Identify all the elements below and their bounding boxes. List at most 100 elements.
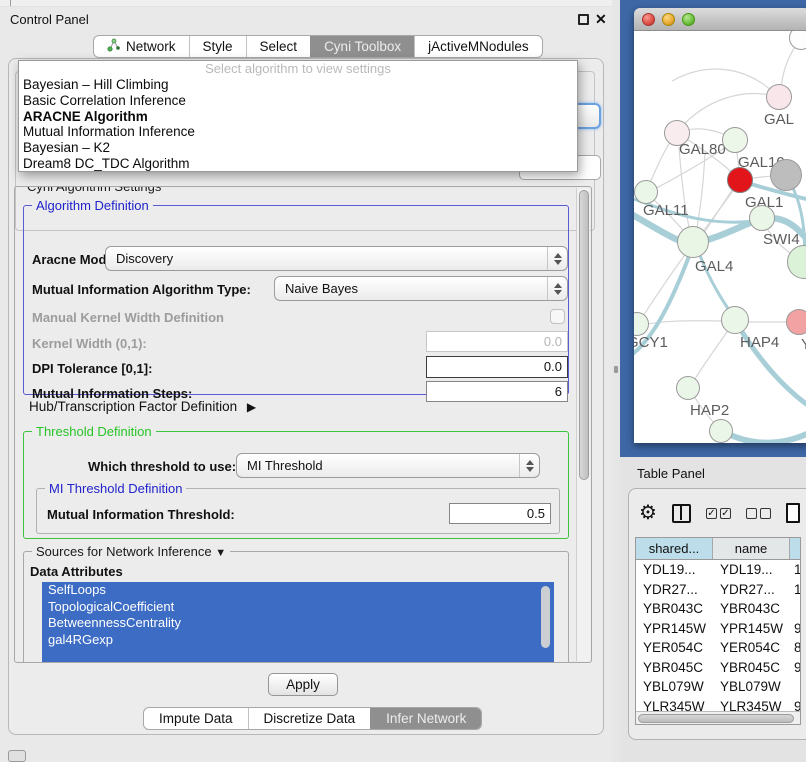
- apply-button[interactable]: Apply: [268, 673, 338, 696]
- aracne-mode-value: Discovery: [116, 251, 173, 266]
- algorithm-option-aracne-algorithm[interactable]: ARACNE Algorithm: [19, 109, 577, 125]
- hub-definition-label: Hub/Transcription Factor Definition: [29, 399, 237, 414]
- node-label-gal: GAL: [764, 111, 794, 128]
- mi-steps-field[interactable]: 6: [426, 381, 568, 402]
- tab-label: Style: [203, 39, 233, 54]
- mi-type-combo[interactable]: Naive Bayes: [274, 276, 568, 301]
- control-panel: Control Panel ✕ NetworkStyleSelectCyni T…: [0, 0, 612, 762]
- hub-definition-expander[interactable]: Hub/Transcription Factor Definition ▶: [29, 399, 256, 414]
- kernel-width-field[interactable]: 0.0: [426, 331, 568, 352]
- table-cell: YER054C: [636, 638, 713, 658]
- table-row[interactable]: YER054CYER054C8.: [636, 638, 800, 658]
- attribute-item-selfloops[interactable]: SelfLoops: [42, 582, 554, 599]
- aracne-mode-combo[interactable]: Discovery: [105, 246, 568, 271]
- table-hscrollbar-thumb[interactable]: [638, 714, 794, 723]
- table-hscrollbar[interactable]: [636, 711, 800, 724]
- table-cell: YBL079W: [636, 677, 713, 697]
- column-header-shared[interactable]: shared...: [636, 538, 713, 559]
- network-node[interactable]: [770, 159, 802, 191]
- network-node-swi4[interactable]: [749, 205, 775, 231]
- minimize-light-icon[interactable]: [662, 13, 675, 26]
- sources-group-title[interactable]: Sources for Network Inference ▼: [32, 544, 230, 559]
- table-cell: 8.: [790, 638, 800, 658]
- tab-network[interactable]: Network: [94, 36, 189, 57]
- dpi-tolerance-field[interactable]: 0.0: [426, 356, 568, 378]
- tab-label: Cyni Toolbox: [324, 39, 401, 54]
- node-label-swi4: SWI4: [763, 231, 800, 248]
- tab-discretize-data[interactable]: Discretize Data: [248, 708, 371, 729]
- manual-kernel-label: Manual Kernel Width Definition: [32, 310, 224, 325]
- tab-select[interactable]: Select: [246, 36, 311, 57]
- algorithm-option-mutual-information-inference[interactable]: Mutual Information Inference: [19, 124, 577, 140]
- algorithm-option-bayesian-k2[interactable]: Bayesian – K2: [19, 140, 577, 156]
- tab-jactivemnodules[interactable]: jActiveMNodules: [414, 36, 542, 57]
- network-node-gcy1[interactable]: [634, 312, 649, 336]
- table-row[interactable]: YBL079WYBL079W: [636, 677, 800, 697]
- tab-label: jActiveMNodules: [428, 39, 529, 54]
- attribute-item-betweennesscentrality[interactable]: BetweennessCentrality: [42, 615, 554, 632]
- table-cell: YDL19...: [713, 560, 790, 580]
- table-row[interactable]: YBR043CYBR043C: [636, 599, 800, 619]
- threshold-definition-group: Threshold Definition Which threshold to …: [23, 431, 569, 539]
- table-row[interactable]: YBR045CYBR045C9.: [636, 658, 800, 678]
- deselect-all-icon[interactable]: [746, 508, 771, 519]
- network-node-y[interactable]: [786, 309, 806, 335]
- algorithm-option-bayesian-hill-climbing[interactable]: Bayesian – Hill Climbing: [19, 77, 577, 93]
- table-row[interactable]: YDL19...YDL19...13: [636, 560, 800, 580]
- node-attribute-table[interactable]: shared...name YDL19...YDL19...13YDR27...…: [635, 537, 801, 725]
- network-node[interactable]: [789, 31, 806, 50]
- tab-style[interactable]: Style: [189, 36, 246, 57]
- settings-scrollbar-thumb[interactable]: [579, 190, 589, 480]
- attributes-scrollbar-thumb[interactable]: [541, 586, 550, 648]
- document-icon[interactable]: [786, 503, 800, 523]
- network-node-gal4[interactable]: [677, 226, 709, 258]
- algorithm-option-dream8-dc-tdc-algorithm[interactable]: Dream8 DC_TDC Algorithm: [19, 156, 577, 172]
- network-node-gal1[interactable]: [727, 167, 753, 193]
- table-cell: 9.: [790, 619, 800, 639]
- which-threshold-label: Which threshold to use:: [88, 459, 236, 474]
- gear-icon[interactable]: ⚙: [639, 503, 657, 523]
- close-light-icon[interactable]: [642, 13, 655, 26]
- data-attributes-list[interactable]: SelfLoopsTopologicalCoefficientBetweenne…: [42, 582, 554, 662]
- minimized-panel-icon[interactable]: [8, 750, 26, 762]
- close-icon[interactable]: ✕: [595, 11, 607, 28]
- mi-threshold-field[interactable]: 0.5: [449, 503, 551, 524]
- threshold-definition-title: Threshold Definition: [32, 424, 156, 439]
- splitter-handle-icon[interactable]: [614, 366, 618, 373]
- network-node-gal10[interactable]: [722, 127, 748, 153]
- node-label-gal80: GAL80: [679, 141, 726, 158]
- dpi-tolerance-label: DPI Tolerance [0,1]:: [32, 361, 152, 376]
- column-header-name[interactable]: name: [713, 538, 790, 559]
- zoom-light-icon[interactable]: [682, 13, 695, 26]
- network-node-gal[interactable]: [766, 84, 792, 110]
- network-node-hap2[interactable]: [676, 376, 700, 400]
- attribute-item-topologicalcoefficient[interactable]: TopologicalCoefficient: [42, 599, 554, 616]
- manual-kernel-checkbox[interactable]: [550, 309, 565, 324]
- column-header-extra[interactable]: [790, 538, 800, 559]
- float-icon[interactable]: [578, 14, 589, 25]
- panel-splitter[interactable]: [612, 0, 620, 762]
- table-row[interactable]: YPR145WYPR145W9.: [636, 619, 800, 639]
- node-label-gal4: GAL4: [695, 258, 733, 275]
- mi-type-value: Naive Bayes: [285, 281, 358, 296]
- which-threshold-value: MI Threshold: [247, 458, 323, 473]
- select-all-icon[interactable]: ✓✓: [706, 508, 731, 519]
- network-node-hap4[interactable]: [721, 306, 749, 334]
- tab-impute-data[interactable]: Impute Data: [144, 708, 248, 729]
- which-threshold-combo[interactable]: MI Threshold: [236, 453, 540, 478]
- table-row[interactable]: YDR27...YDR27...12: [636, 580, 800, 600]
- control-panel-tabs: Network Style Select Cyni Toolbox jActiveMNo…: [93, 35, 543, 58]
- attribute-item-gal4rgexp[interactable]: gal4RGexp: [42, 632, 554, 649]
- network-node-gal11[interactable]: [634, 180, 658, 204]
- settings-scrollbar[interactable]: [576, 188, 590, 661]
- network-canvas[interactable]: GALGAL80GAL10GAL1GAL11SWI4GAL4GCY1HAP4YH…: [634, 31, 806, 443]
- tab-infer-network[interactable]: Infer Network: [370, 708, 481, 729]
- settings-group-title: Cyni Algorithm Settings: [23, 186, 165, 194]
- network-node[interactable]: [787, 245, 806, 279]
- network-window-titlebar[interactable]: [634, 8, 806, 31]
- split-columns-icon[interactable]: [672, 504, 691, 523]
- network-node[interactable]: [709, 419, 733, 443]
- tab-cyni-toolbox[interactable]: Cyni Toolbox: [310, 36, 414, 57]
- mi-threshold-label: Mutual Information Threshold:: [47, 507, 235, 522]
- algorithm-option-basic-correlation-inference[interactable]: Basic Correlation Inference: [19, 93, 577, 109]
